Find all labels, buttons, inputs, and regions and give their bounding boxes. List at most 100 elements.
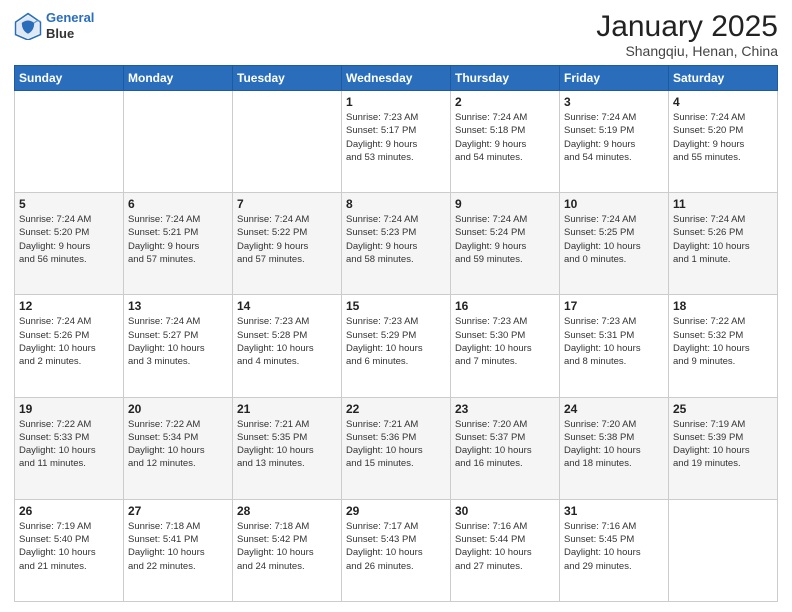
day-number: 31 (564, 504, 664, 518)
day-info: Sunrise: 7:23 AM Sunset: 5:28 PM Dayligh… (237, 315, 337, 368)
day-info: Sunrise: 7:24 AM Sunset: 5:20 PM Dayligh… (673, 111, 773, 164)
day-info: Sunrise: 7:24 AM Sunset: 5:19 PM Dayligh… (564, 111, 664, 164)
day-number: 14 (237, 299, 337, 313)
calendar-cell: 6 Sunrise: 7:24 AM Sunset: 5:21 PM Daylig… (124, 193, 233, 295)
calendar-cell: 31 Sunrise: 7:16 AM Sunset: 5:45 PM Dayli… (560, 499, 669, 601)
calendar-table: SundayMondayTuesdayWednesdayThursdayFrid… (14, 65, 778, 602)
calendar-cell: 13Sunrise: 7:24 AM Sunset: 5:27 PM Dayli… (124, 295, 233, 397)
calendar-cell: 21 Sunrise: 7:21 AM Sunset: 5:35 PM Dayli… (233, 397, 342, 499)
day-info: Sunrise: 7:21 AM Sunset: 5:36 PM Dayligh… (346, 418, 446, 471)
calendar-cell: 2 Sunrise: 7:24 AM Sunset: 5:18 PM Daylig… (451, 91, 560, 193)
month-title: January 2025 (596, 10, 778, 43)
header-day-thursday: Thursday (451, 66, 560, 91)
day-number: 26 (19, 504, 119, 518)
calendar-cell: 27 Sunrise: 7:18 AM Sunset: 5:41 PM Dayli… (124, 499, 233, 601)
calendar-cell: 5Sunrise: 7:24 AM Sunset: 5:20 PM Daylig… (15, 193, 124, 295)
page: General Blue January 2025 Shangqiu, Hena… (0, 0, 792, 612)
day-info: Sunrise: 7:24 AM Sunset: 5:20 PM Dayligh… (19, 213, 119, 266)
calendar-cell: 30 Sunrise: 7:16 AM Sunset: 5:44 PM Dayli… (451, 499, 560, 601)
day-number: 24 (564, 402, 664, 416)
calendar-body: 1 Sunrise: 7:23 AM Sunset: 5:17 PM Daylig… (15, 91, 778, 602)
logo-line2: Blue (46, 26, 94, 42)
day-info: Sunrise: 7:16 AM Sunset: 5:45 PM Dayligh… (564, 520, 664, 573)
day-info: Sunrise: 7:24 AM Sunset: 5:26 PM Dayligh… (673, 213, 773, 266)
day-info: Sunrise: 7:18 AM Sunset: 5:41 PM Dayligh… (128, 520, 228, 573)
week-row-1: 5Sunrise: 7:24 AM Sunset: 5:20 PM Daylig… (15, 193, 778, 295)
calendar-cell (15, 91, 124, 193)
day-number: 9 (455, 197, 555, 211)
day-number: 27 (128, 504, 228, 518)
header-day-sunday: Sunday (15, 66, 124, 91)
day-number: 28 (237, 504, 337, 518)
calendar-cell: 1 Sunrise: 7:23 AM Sunset: 5:17 PM Daylig… (342, 91, 451, 193)
day-number: 19 (19, 402, 119, 416)
day-info: Sunrise: 7:24 AM Sunset: 5:24 PM Dayligh… (455, 213, 555, 266)
logo-icon (14, 12, 42, 40)
day-number: 3 (564, 95, 664, 109)
calendar-cell: 11 Sunrise: 7:24 AM Sunset: 5:26 PM Dayli… (669, 193, 778, 295)
calendar-cell: 24 Sunrise: 7:20 AM Sunset: 5:38 PM Dayli… (560, 397, 669, 499)
day-info: Sunrise: 7:23 AM Sunset: 5:30 PM Dayligh… (455, 315, 555, 368)
day-number: 23 (455, 402, 555, 416)
day-number: 11 (673, 197, 773, 211)
day-number: 18 (673, 299, 773, 313)
day-info: Sunrise: 7:20 AM Sunset: 5:38 PM Dayligh… (564, 418, 664, 471)
calendar-cell (233, 91, 342, 193)
calendar-cell: 25 Sunrise: 7:19 AM Sunset: 5:39 PM Dayli… (669, 397, 778, 499)
day-info: Sunrise: 7:21 AM Sunset: 5:35 PM Dayligh… (237, 418, 337, 471)
day-number: 10 (564, 197, 664, 211)
day-info: Sunrise: 7:22 AM Sunset: 5:34 PM Dayligh… (128, 418, 228, 471)
calendar-cell: 12Sunrise: 7:24 AM Sunset: 5:26 PM Dayli… (15, 295, 124, 397)
day-number: 20 (128, 402, 228, 416)
day-info: Sunrise: 7:24 AM Sunset: 5:25 PM Dayligh… (564, 213, 664, 266)
day-info: Sunrise: 7:24 AM Sunset: 5:23 PM Dayligh… (346, 213, 446, 266)
header-day-monday: Monday (124, 66, 233, 91)
day-info: Sunrise: 7:23 AM Sunset: 5:17 PM Dayligh… (346, 111, 446, 164)
day-number: 12 (19, 299, 119, 313)
week-row-0: 1 Sunrise: 7:23 AM Sunset: 5:17 PM Daylig… (15, 91, 778, 193)
day-info: Sunrise: 7:24 AM Sunset: 5:22 PM Dayligh… (237, 213, 337, 266)
calendar-cell: 8 Sunrise: 7:24 AM Sunset: 5:23 PM Daylig… (342, 193, 451, 295)
subtitle: Shangqiu, Henan, China (596, 43, 778, 59)
calendar-cell: 3 Sunrise: 7:24 AM Sunset: 5:19 PM Daylig… (560, 91, 669, 193)
day-info: Sunrise: 7:18 AM Sunset: 5:42 PM Dayligh… (237, 520, 337, 573)
day-number: 7 (237, 197, 337, 211)
calendar-cell: 28 Sunrise: 7:18 AM Sunset: 5:42 PM Dayli… (233, 499, 342, 601)
day-number: 17 (564, 299, 664, 313)
day-number: 25 (673, 402, 773, 416)
calendar-cell: 15Sunrise: 7:23 AM Sunset: 5:29 PM Dayli… (342, 295, 451, 397)
calendar-cell: 9 Sunrise: 7:24 AM Sunset: 5:24 PM Daylig… (451, 193, 560, 295)
calendar-cell: 23 Sunrise: 7:20 AM Sunset: 5:37 PM Dayli… (451, 397, 560, 499)
day-number: 6 (128, 197, 228, 211)
day-info: Sunrise: 7:24 AM Sunset: 5:21 PM Dayligh… (128, 213, 228, 266)
day-number: 2 (455, 95, 555, 109)
day-number: 1 (346, 95, 446, 109)
calendar-cell: 10 Sunrise: 7:24 AM Sunset: 5:25 PM Dayli… (560, 193, 669, 295)
week-row-4: 26 Sunrise: 7:19 AM Sunset: 5:40 PM Dayli… (15, 499, 778, 601)
day-info: Sunrise: 7:24 AM Sunset: 5:18 PM Dayligh… (455, 111, 555, 164)
day-number: 29 (346, 504, 446, 518)
header-day-saturday: Saturday (669, 66, 778, 91)
logo-text: General Blue (46, 10, 94, 41)
logo-line1: General (46, 10, 94, 25)
calendar-cell: 4 Sunrise: 7:24 AM Sunset: 5:20 PM Daylig… (669, 91, 778, 193)
day-number: 4 (673, 95, 773, 109)
day-number: 8 (346, 197, 446, 211)
day-info: Sunrise: 7:17 AM Sunset: 5:43 PM Dayligh… (346, 520, 446, 573)
day-number: 22 (346, 402, 446, 416)
day-number: 21 (237, 402, 337, 416)
day-number: 30 (455, 504, 555, 518)
week-row-2: 12Sunrise: 7:24 AM Sunset: 5:26 PM Dayli… (15, 295, 778, 397)
header: General Blue January 2025 Shangqiu, Hena… (14, 10, 778, 59)
day-info: Sunrise: 7:19 AM Sunset: 5:40 PM Dayligh… (19, 520, 119, 573)
calendar-cell (669, 499, 778, 601)
day-info: Sunrise: 7:19 AM Sunset: 5:39 PM Dayligh… (673, 418, 773, 471)
day-info: Sunrise: 7:23 AM Sunset: 5:31 PM Dayligh… (564, 315, 664, 368)
week-row-3: 19Sunrise: 7:22 AM Sunset: 5:33 PM Dayli… (15, 397, 778, 499)
calendar-cell: 22 Sunrise: 7:21 AM Sunset: 5:36 PM Dayli… (342, 397, 451, 499)
day-info: Sunrise: 7:16 AM Sunset: 5:44 PM Dayligh… (455, 520, 555, 573)
day-number: 13 (128, 299, 228, 313)
day-info: Sunrise: 7:20 AM Sunset: 5:37 PM Dayligh… (455, 418, 555, 471)
header-day-friday: Friday (560, 66, 669, 91)
day-number: 16 (455, 299, 555, 313)
